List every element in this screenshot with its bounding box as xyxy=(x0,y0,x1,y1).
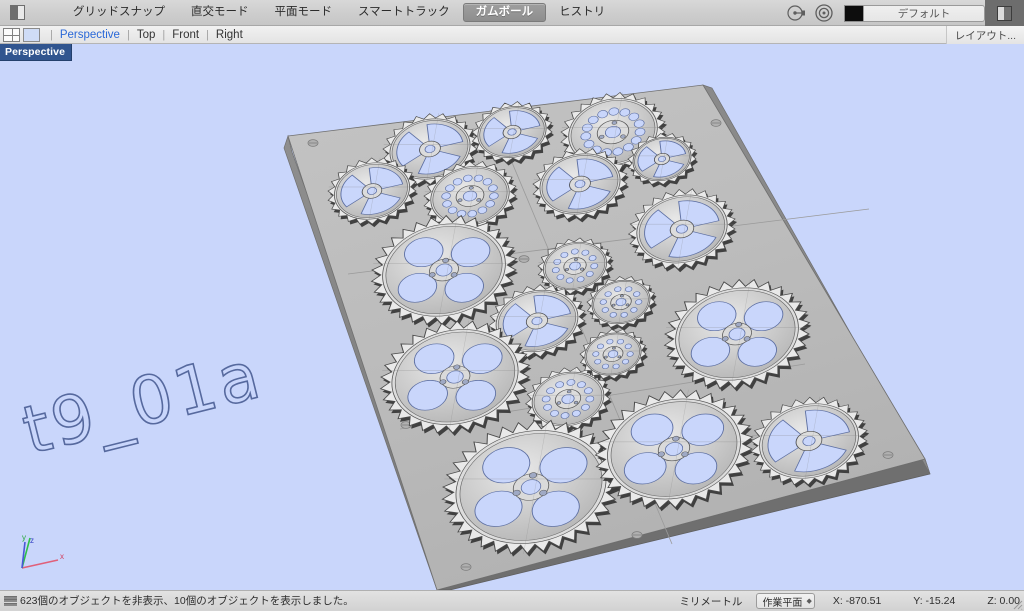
perspective-viewport[interactable]: Perspective xyxy=(0,44,1024,590)
toolbar-toggle-group: グリッドスナップ 直交モード 平面モード スマートトラック ガムボール ヒストリ xyxy=(60,3,618,22)
toolbar-item-grid-snap[interactable]: グリッドスナップ xyxy=(60,3,178,22)
x-axis-label: x xyxy=(60,552,64,561)
toolbar-item-planar-mode[interactable]: 平面モード xyxy=(262,3,346,22)
toolbar-right-group: デフォルト xyxy=(782,0,1024,26)
target-button[interactable] xyxy=(813,2,835,24)
layout-button[interactable]: レイアウト... xyxy=(946,26,1024,44)
toolbar-item-gumball[interactable]: ガムボール xyxy=(463,3,547,22)
model-label-text: t9_01a xyxy=(15,336,270,470)
rhino-application-window: グリッドスナップ 直交モード 平面モード スマートトラック ガムボール ヒストリ xyxy=(0,0,1024,610)
viewport-tab-front[interactable]: Front xyxy=(172,29,199,41)
status-bar: 623個のオブジェクトを非表示、10個のオブジェクトを表示しました。 ミリメート… xyxy=(0,590,1024,610)
toolbar-item-smart-track[interactable]: スマートトラック xyxy=(345,3,463,22)
single-viewport-icon[interactable] xyxy=(23,28,40,42)
viewbar-separator-3: | xyxy=(199,29,216,41)
quad-viewport-icon[interactable] xyxy=(3,28,20,42)
cplane-select-label: 作業平面 xyxy=(762,594,802,609)
layer-button[interactable] xyxy=(785,2,807,24)
viewport-title-label[interactable]: Perspective xyxy=(0,44,72,61)
panel-left-toggle-button[interactable] xyxy=(0,5,34,20)
status-bar-right-group: ミリメートル 作業平面 ◆ X: -870.51 Y: -15.24 Z: 0.… xyxy=(679,591,1020,611)
layers-icon[interactable] xyxy=(4,596,17,606)
z-axis-label: z xyxy=(30,536,34,545)
status-units-label: ミリメートル xyxy=(679,594,756,609)
viewport-tab-right[interactable]: Right xyxy=(216,29,243,41)
viewbar-separator-0: | xyxy=(43,29,60,41)
x-axis-line xyxy=(22,560,58,568)
coordinate-x: X: -870.51 xyxy=(833,595,881,607)
layer-name-field[interactable]: デフォルト xyxy=(863,5,985,22)
window-resize-handle[interactable] xyxy=(1011,598,1023,610)
viewbar-separator-2: | xyxy=(155,29,172,41)
viewport-tabs-bar: | Perspective | Top | Front | Right レイアウ… xyxy=(0,26,1024,44)
panel-right-icon xyxy=(997,6,1012,21)
chevron-updown-icon: ◆ xyxy=(806,598,811,605)
panel-left-icon xyxy=(10,5,25,20)
layer-color-combo[interactable]: デフォルト xyxy=(844,5,985,22)
model-label-outline: t9_01a xyxy=(15,336,270,470)
cplane-select[interactable]: 作業平面 ◆ xyxy=(756,593,814,609)
viewbar-separator-1: | xyxy=(120,29,137,41)
layer-icon xyxy=(785,2,807,24)
status-message: 623個のオブジェクトを非表示、10個のオブジェクトを表示しました。 xyxy=(20,593,354,608)
coordinate-y: Y: -15.24 xyxy=(913,595,955,607)
toolbar-item-history[interactable]: ヒストリ xyxy=(546,3,618,22)
main-toolbar: グリッドスナップ 直交モード 平面モード スマートトラック ガムボール ヒストリ xyxy=(0,0,1024,26)
y-axis-label: y xyxy=(22,533,26,542)
viewbar-right-group: レイアウト... xyxy=(946,26,1024,44)
axis-gizmo: x y z xyxy=(8,532,70,582)
viewport-tab-perspective[interactable]: Perspective xyxy=(60,29,120,41)
model-scene: t9_01a xyxy=(0,44,1024,590)
panel-right-toggle-button[interactable] xyxy=(985,0,1024,26)
target-icon xyxy=(813,2,835,24)
toolbar-item-ortho-mode[interactable]: 直交モード xyxy=(178,3,262,22)
layer-color-swatch[interactable] xyxy=(844,5,863,22)
viewport-tab-top[interactable]: Top xyxy=(137,29,156,41)
